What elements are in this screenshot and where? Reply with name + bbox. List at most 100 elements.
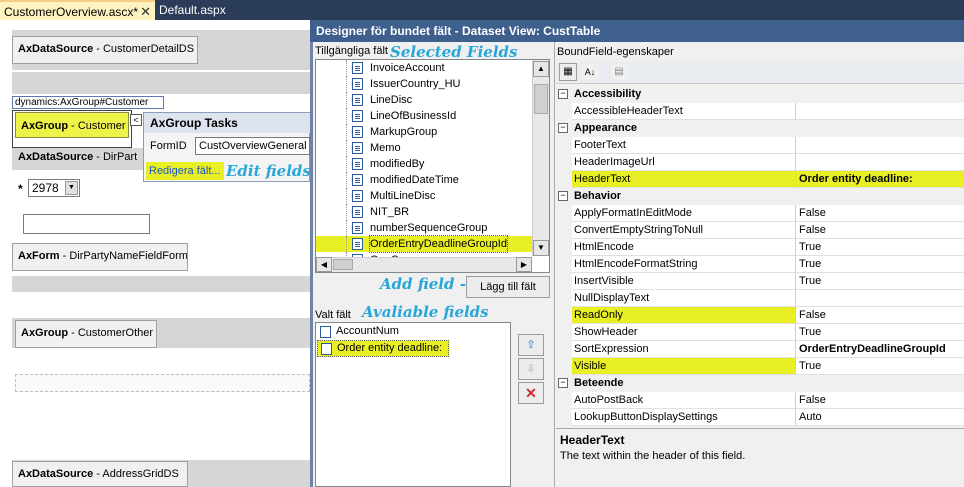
list-item[interactable]: Memo [316,140,532,156]
category-appearance[interactable]: − Appearance [556,120,964,137]
list-item-selected[interactable]: Order entity deadline: [317,340,449,357]
hscroll-thumb[interactable] [333,259,353,270]
property-value[interactable]: True [796,239,964,256]
property-row[interactable]: HeaderText Order entity deadline: [556,171,964,188]
property-name: AccessibleHeaderText [572,103,796,120]
list-item[interactable]: InvoiceAccount [316,60,532,76]
list-item[interactable]: LineOfBusinessId [316,108,532,124]
category-behavior[interactable]: − Behavior [556,188,964,205]
property-row[interactable]: HtmlEncode True [556,239,964,256]
list-item-selected[interactable]: OrderEntryDeadlineGroupId [316,235,532,253]
property-value[interactable]: False [796,307,964,324]
property-row[interactable]: ShowHeader True [556,324,964,341]
list-item[interactable]: numberSequenceGroup [316,220,532,236]
scroll-thumb[interactable] [534,84,548,114]
axdatasource-customerdetail[interactable]: AxDataSource - CustomerDetailDS [12,36,198,64]
move-up-icon[interactable]: ⇧ [518,334,544,356]
collapse-icon[interactable]: − [558,378,568,388]
add-field-button[interactable]: Lägg till fält [466,276,550,298]
tree-line [346,140,347,156]
property-row[interactable]: HtmlEncodeFormatString True [556,256,964,273]
scroll-left-arrow-icon[interactable]: ◀ [316,257,332,272]
property-value[interactable] [796,137,964,154]
list-item[interactable]: MarkupGroup [316,124,532,140]
axform-dirpartyname[interactable]: AxForm - DirPartyNameFieldForm [12,243,188,271]
tree-line [346,60,347,76]
list-item[interactable]: LineDisc [316,92,532,108]
formid-field[interactable]: CustOverviewGeneral [195,137,310,155]
axdatasource-dirpart[interactable]: AxDataSource - DirPart [18,148,137,166]
property-row[interactable]: ReadOnly False [556,307,964,324]
axgroup-customer[interactable]: AxGroup - Customer [15,112,129,138]
property-value[interactable]: True [796,256,964,273]
category-accessibility[interactable]: − Accessibility [556,86,964,103]
property-name: LookupButtonDisplaySettings [572,409,796,426]
categorized-icon[interactable]: ▦ [559,63,577,81]
scroll-right-arrow-icon[interactable]: ▶ [516,257,532,272]
property-value[interactable]: True [796,358,964,375]
property-value[interactable]: OrderEntryDeadlineGroupId [796,341,964,358]
row-gutter [556,222,572,239]
alphabetical-sort-icon[interactable]: A↓ [580,63,600,81]
row-gutter [556,409,572,426]
property-row[interactable]: FooterText [556,137,964,154]
property-row[interactable]: AutoPostBack False [556,392,964,409]
list-item[interactable]: MultiLineDisc [316,188,532,204]
property-name: ConvertEmptyStringToNull [572,222,796,239]
list-item[interactable]: AccountNum [317,324,507,340]
delete-icon[interactable]: ✕ [518,382,544,404]
axgroup-customerother[interactable]: AxGroup - CustomerOther [15,320,157,348]
property-value[interactable]: Auto [796,409,964,426]
property-value[interactable]: True [796,324,964,341]
property-row[interactable]: HeaderImageUrl [556,154,964,171]
property-row[interactable]: ApplyFormatInEditMode False [556,205,964,222]
smart-tag-collapse-button[interactable]: < [130,114,142,126]
property-row[interactable]: Visible True [556,358,964,375]
scroll-up-arrow-icon[interactable]: ▲ [533,61,549,77]
tasks-title: AxGroup Tasks [144,113,310,133]
available-fields-label: Tillgängliga fält [315,45,388,57]
property-row[interactable]: InsertVisible True [556,273,964,290]
move-down-icon[interactable]: ⇩ [518,358,544,380]
axdatasource-addressgrid[interactable]: AxDataSource - AddressGridDS [12,461,188,487]
list-item[interactable]: modifiedDateTime [316,172,532,188]
list-item[interactable]: IssuerCountry_HU [316,76,532,92]
close-icon[interactable]: ✕ [140,2,151,22]
property-value[interactable]: False [796,392,964,409]
field-icon [352,110,363,122]
number-combo[interactable]: 2978 ▼ [28,179,80,197]
property-value[interactable]: True [796,273,964,290]
property-name: NullDisplayText [572,290,796,307]
property-row[interactable]: LookupButtonDisplaySettings Auto [556,409,964,426]
tab-default-aspx[interactable]: Default.aspx [155,0,235,20]
edit-fields-link[interactable]: Redigera fält... [146,162,224,180]
tree-line [346,220,347,236]
text-input[interactable] [23,214,150,234]
property-row[interactable]: ConvertEmptyStringToNull False [556,222,964,239]
property-value[interactable]: False [796,222,964,239]
annotation-edit-fields: Edit fields [226,162,311,180]
tab-customeroverview[interactable]: CustomerOverview.ascx* ✕ [0,0,155,20]
field-icon [352,222,363,234]
property-row[interactable]: NullDisplayText [556,290,964,307]
group-tag: dynamics:AxGroup#Customer [12,96,164,109]
property-value[interactable] [796,103,964,120]
scroll-down-arrow-icon[interactable]: ▼ [533,240,549,256]
collapse-icon[interactable]: − [558,191,568,201]
property-name: FooterText [572,137,796,154]
property-value[interactable]: Order entity deadline: [796,171,964,188]
collapse-icon[interactable]: − [558,89,568,99]
property-value[interactable] [796,154,964,171]
property-row[interactable]: AccessibleHeaderText [556,103,964,120]
property-pages-icon[interactable]: ▤ [610,63,628,81]
list-item[interactable]: NIT_BR [316,204,532,220]
property-value[interactable]: False [796,205,964,222]
tree-line [346,188,347,204]
list-item[interactable]: modifiedBy [316,156,532,172]
category-beteende[interactable]: − Beteende [556,375,964,392]
property-row[interactable]: SortExpression OrderEntryDeadlineGroupId [556,341,964,358]
collapse-icon[interactable]: − [558,123,568,133]
field-icon [352,142,363,154]
chevron-down-icon[interactable]: ▼ [65,181,78,195]
property-value[interactable] [796,290,964,307]
